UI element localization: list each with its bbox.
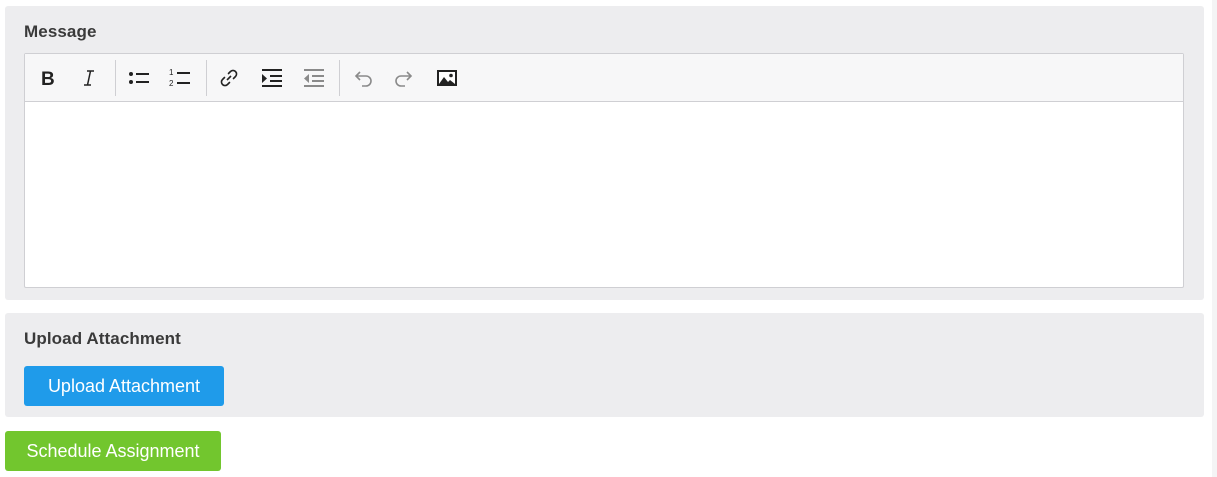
undo-button[interactable] <box>347 62 379 94</box>
svg-text:1: 1 <box>169 68 174 77</box>
bold-button[interactable]: B <box>32 62 64 94</box>
message-label: Message <box>24 22 97 41</box>
outdent-icon <box>304 69 324 87</box>
message-body-input[interactable] <box>25 102 1183 287</box>
schedule-assignment-button[interactable]: Schedule Assignment <box>5 431 221 471</box>
assignment-form: Message B 1 2 Upload Attachment Upload A… <box>0 0 1217 477</box>
svg-text:2: 2 <box>169 79 174 88</box>
outdent-button[interactable] <box>298 62 330 94</box>
upload-attachment-button[interactable]: Upload Attachment <box>24 366 224 406</box>
image-icon <box>437 70 457 86</box>
numbered-list-button[interactable]: 1 2 <box>164 62 196 94</box>
message-panel: Message B 1 2 <box>5 6 1204 300</box>
redo-button[interactable] <box>388 62 420 94</box>
bulleted-list-button[interactable] <box>123 62 155 94</box>
undo-icon <box>354 71 372 87</box>
indent-icon <box>262 69 282 87</box>
toolbar-separator <box>115 60 116 96</box>
insert-image-button[interactable] <box>431 62 463 94</box>
link-button[interactable] <box>213 62 245 94</box>
bulleted-list-icon <box>129 72 149 84</box>
indent-button[interactable] <box>256 62 288 94</box>
redo-icon <box>395 71 413 87</box>
svg-text:B: B <box>41 69 55 88</box>
editor-toolbar: B 1 2 <box>25 54 1183 102</box>
bold-icon: B <box>41 69 55 88</box>
toolbar-separator <box>339 60 340 96</box>
italic-icon <box>84 70 94 86</box>
rich-text-editor: B 1 2 <box>24 53 1184 288</box>
italic-button[interactable] <box>73 62 105 94</box>
upload-attachment-label: Upload Attachment <box>24 329 181 348</box>
link-icon <box>220 69 238 87</box>
upload-attachment-panel: Upload Attachment Upload Attachment <box>5 313 1204 417</box>
numbered-list-icon: 1 2 <box>169 68 190 88</box>
page-edge <box>1212 0 1217 477</box>
toolbar-separator <box>206 60 207 96</box>
